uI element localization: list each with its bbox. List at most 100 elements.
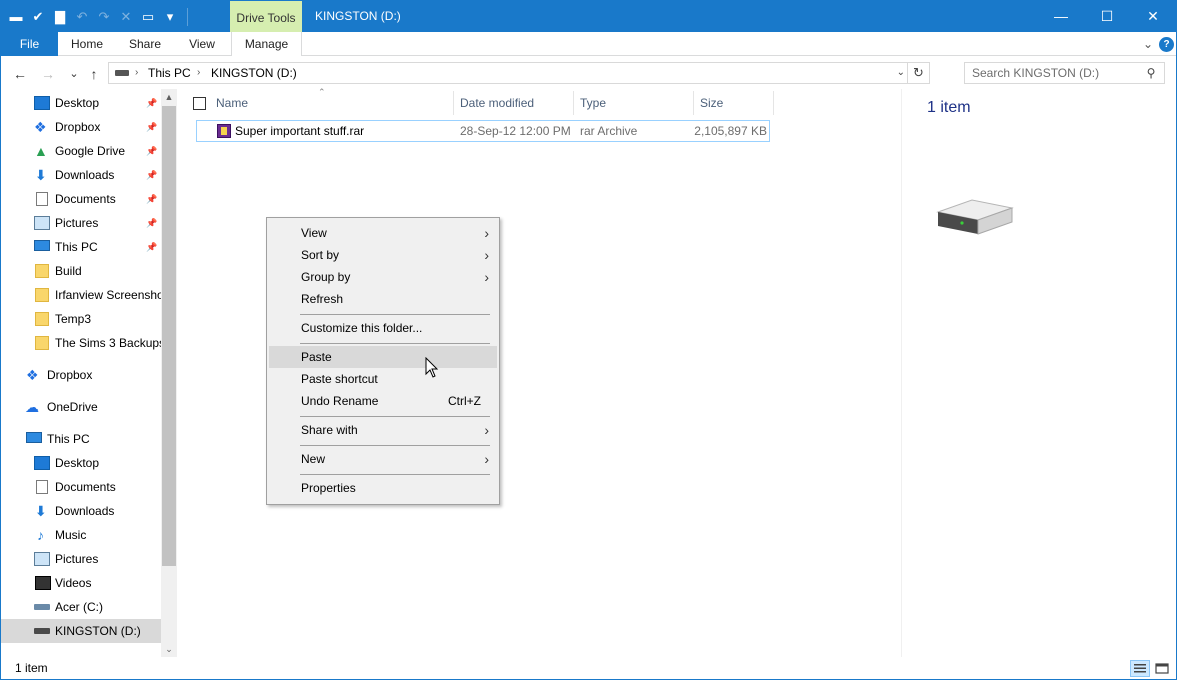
tab-view[interactable]: View [179, 32, 225, 56]
menu-item-share-with[interactable]: Share with › [269, 419, 497, 441]
properties-icon[interactable]: ✔ [29, 8, 47, 26]
menu-item-view[interactable]: View › [269, 222, 497, 244]
nav-item-onedrive[interactable]: ☁ OneDrive [1, 395, 161, 419]
nav-item-pc-documents[interactable]: Documents [1, 475, 161, 499]
close-button[interactable]: ✕ [1130, 1, 1176, 32]
scroll-down-icon[interactable]: ⌄ [161, 641, 177, 657]
breadcrumb-this-pc[interactable]: This PC [148, 63, 191, 83]
search-input[interactable] [965, 63, 1141, 83]
recent-locations-button[interactable]: ⌄ [65, 65, 83, 83]
nav-item-dropbox[interactable]: ❖ Dropbox 📌 [1, 115, 161, 139]
delete-icon[interactable]: ✕ [117, 8, 135, 26]
nav-item-build[interactable]: Build [1, 259, 161, 283]
documents-icon [36, 192, 48, 206]
navigation-scrollbar[interactable]: ▲ ⌄ [161, 89, 177, 657]
menu-item-customize-folder[interactable]: Customize this folder... [269, 317, 497, 339]
back-button[interactable]: ← [11, 65, 29, 83]
menu-item-new[interactable]: New › [269, 448, 497, 470]
menu-item-label: Paste [301, 350, 332, 364]
breadcrumb-separator[interactable]: › [135, 63, 138, 83]
nav-item-pc-pictures[interactable]: Pictures [1, 547, 161, 571]
column-header-date-modified[interactable]: Date modified [460, 89, 534, 117]
select-all-checkbox[interactable] [193, 97, 206, 110]
nav-item-this-pc-pinned[interactable]: This PC 📌 [1, 235, 161, 259]
nav-item-label: Documents [55, 192, 116, 206]
nav-item-pc-downloads[interactable]: ⬇ Downloads [1, 499, 161, 523]
breadcrumb-kingston[interactable]: KINGSTON (D:) [211, 63, 297, 83]
column-divider[interactable] [453, 91, 454, 115]
title-bar: ▬ ✔ ▇ ↶ ↷ ✕ ▭ ▾ Drive Tools KINGSTON (D:… [1, 1, 1176, 32]
maximize-button[interactable]: ☐ [1084, 1, 1130, 32]
menu-item-sort-by[interactable]: Sort by › [269, 244, 497, 266]
search-icon[interactable]: ⚲ [1142, 64, 1160, 82]
menu-item-properties[interactable]: Properties [269, 477, 497, 499]
nav-item-pictures[interactable]: Pictures 📌 [1, 211, 161, 235]
column-divider[interactable] [693, 91, 694, 115]
nav-item-pc-videos[interactable]: Videos [1, 571, 161, 595]
mouse-cursor-icon [425, 357, 439, 378]
nav-item-label: Google Drive [55, 144, 126, 158]
address-dropdown-icon[interactable]: ⌄ [897, 63, 905, 83]
tab-home[interactable]: Home [63, 32, 111, 56]
nav-item-pc-desktop[interactable]: Desktop [1, 451, 161, 475]
tab-file[interactable]: File [1, 32, 58, 56]
tab-share[interactable]: Share [121, 32, 169, 56]
menu-item-group-by[interactable]: Group by › [269, 266, 497, 288]
column-divider[interactable] [573, 91, 574, 115]
pin-icon: 📌 [146, 194, 158, 204]
column-header-size[interactable]: Size [700, 89, 723, 117]
menu-item-paste-shortcut[interactable]: Paste shortcut [269, 368, 497, 390]
expand-ribbon-icon[interactable]: ⌄ [1143, 37, 1153, 51]
dropbox-icon: ❖ [34, 119, 47, 135]
tab-manage[interactable]: Manage [231, 32, 302, 56]
minimize-button[interactable]: — [1038, 1, 1084, 32]
nav-item-temp3[interactable]: Temp3 [1, 307, 161, 331]
status-bar: 1 item [1, 657, 1176, 679]
nav-item-kingston-d[interactable]: KINGSTON (D:) [1, 619, 161, 643]
nav-item-downloads[interactable]: ⬇ Downloads 📌 [1, 163, 161, 187]
address-bar[interactable]: › This PC › KINGSTON (D:) ⌄ ↻ [108, 62, 930, 84]
rename-icon[interactable]: ▭ [139, 8, 157, 26]
redo-icon[interactable]: ↷ [95, 8, 113, 26]
menu-item-label: Properties [301, 481, 356, 495]
file-row[interactable]: Super important stuff.rar 28-Sep-12 12:0… [196, 120, 770, 142]
nav-item-dropbox-root[interactable]: ❖ Dropbox [1, 363, 161, 387]
nav-item-desktop[interactable]: Desktop 📌 [1, 91, 161, 115]
menu-item-refresh[interactable]: Refresh [269, 288, 497, 310]
this-pc-icon [26, 432, 42, 443]
address-row: ← → ⌄ ↑ › This PC › KINGSTON (D:) ⌄ ↻ ⚲ [1, 57, 1176, 89]
menu-item-undo-rename[interactable]: Undo Rename Ctrl+Z [269, 390, 497, 412]
nav-item-acer-c[interactable]: Acer (C:) [1, 595, 161, 619]
submenu-arrow-icon: › [484, 225, 489, 241]
search-box[interactable]: ⚲ [964, 62, 1165, 84]
refresh-icon[interactable]: ↻ [907, 63, 929, 83]
scroll-up-icon[interactable]: ▲ [161, 89, 177, 105]
dropbox-icon: ❖ [26, 367, 39, 383]
help-icon[interactable]: ? [1159, 36, 1174, 52]
column-header-type[interactable]: Type [580, 89, 606, 117]
details-item-count: 1 item [927, 99, 971, 116]
nav-item-sims3-backups[interactable]: The Sims 3 Backups [1, 331, 161, 355]
column-header-name[interactable]: Name [216, 89, 248, 117]
nav-item-this-pc[interactable]: This PC [1, 427, 161, 451]
nav-item-irfanview-screenshots[interactable]: Irfanview Screenshots [1, 283, 161, 307]
file-type: rar Archive [580, 124, 638, 138]
folder-icon [35, 288, 49, 302]
nav-item-pc-music[interactable]: ♪ Music [1, 523, 161, 547]
column-divider[interactable] [773, 91, 774, 115]
nav-item-label: Dropbox [47, 368, 93, 382]
up-button[interactable]: ↑ [85, 65, 103, 83]
customize-qat-icon[interactable]: ▾ [161, 8, 179, 26]
large-icons-view-button[interactable] [1152, 660, 1172, 677]
pictures-icon [34, 552, 50, 566]
scroll-thumb[interactable] [162, 106, 176, 566]
menu-separator [300, 416, 490, 417]
undo-icon[interactable]: ↶ [73, 8, 91, 26]
new-folder-icon[interactable]: ▇ [51, 8, 69, 26]
forward-button[interactable]: → [39, 65, 57, 83]
breadcrumb-separator[interactable]: › [197, 63, 200, 83]
nav-item-google-drive[interactable]: ▲ Google Drive 📌 [1, 139, 161, 163]
nav-item-documents[interactable]: Documents 📌 [1, 187, 161, 211]
details-view-button[interactable] [1130, 660, 1150, 677]
menu-item-paste[interactable]: Paste [269, 346, 497, 368]
